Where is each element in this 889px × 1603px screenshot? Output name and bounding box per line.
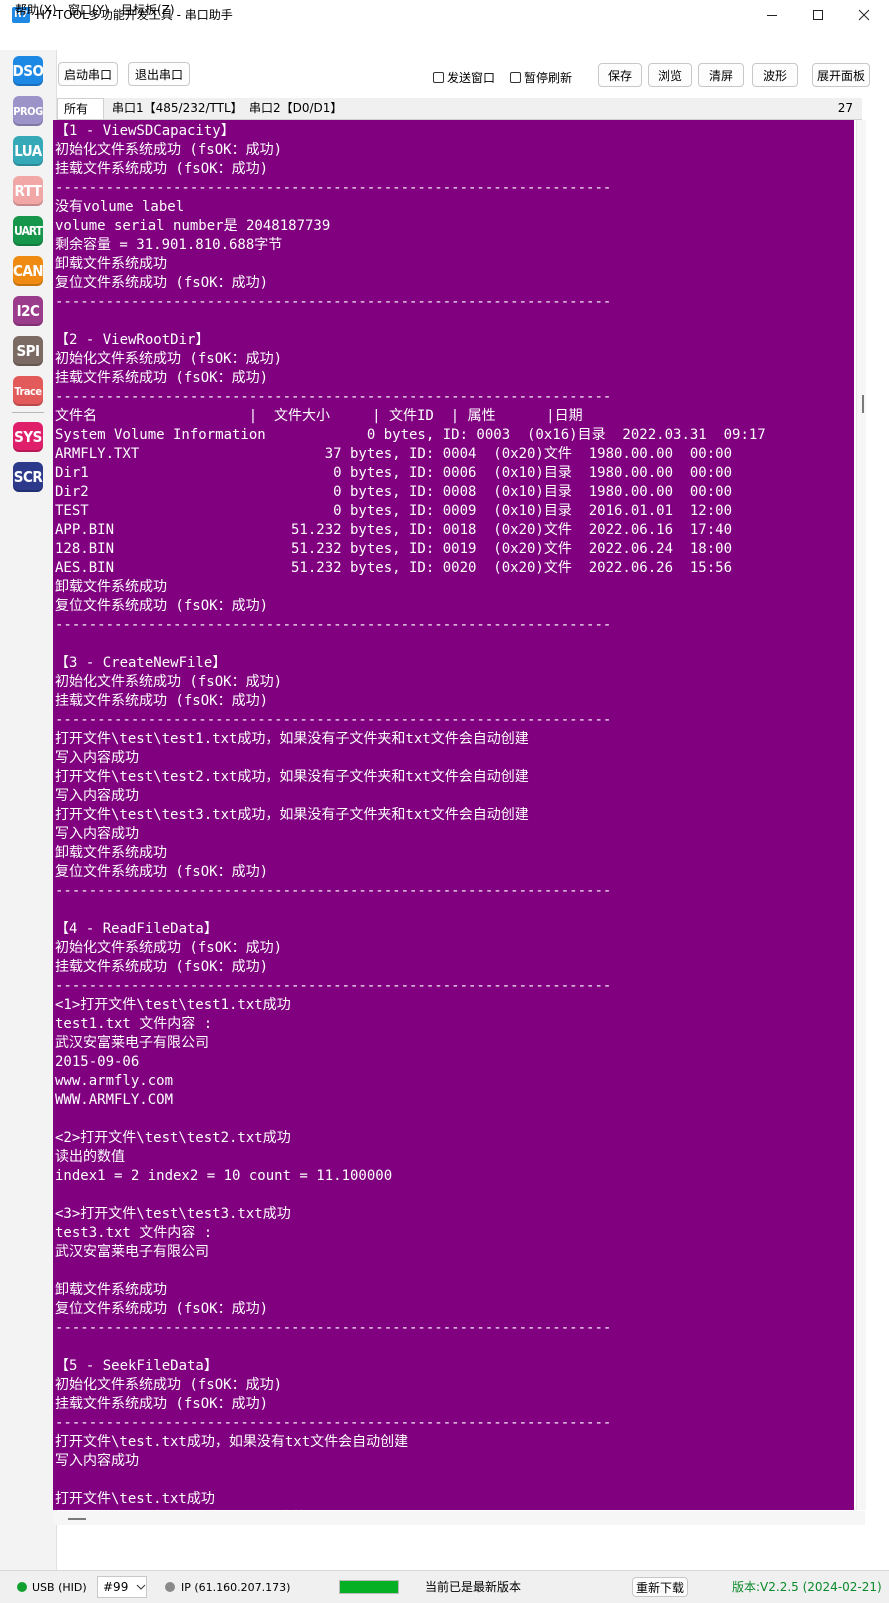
sidebar-uart-button[interactable]: UART: [13, 216, 43, 246]
maximize-icon: [813, 10, 823, 20]
clear-button[interactable]: 清屏: [698, 63, 744, 87]
menu-window[interactable]: 窗口(Y): [68, 3, 109, 17]
update-progress-fill: [340, 1581, 398, 1593]
sidebar-rtt-button[interactable]: RTT: [13, 176, 43, 206]
ip-status-label: IP (61.160.207.173): [181, 1581, 291, 1594]
sidebar-trace-button[interactable]: Trace: [13, 376, 43, 406]
tab-all[interactable]: 所有: [57, 98, 104, 119]
tab-port1[interactable]: 串口1【485/232/TTL】: [106, 98, 249, 119]
start-port-button[interactable]: 启动串口: [58, 62, 118, 86]
waveform-button[interactable]: 波形: [752, 63, 798, 87]
sidebar-scr-button[interactable]: SCR: [13, 462, 43, 492]
ip-status-dot: [165, 1582, 175, 1592]
sidebar-i2c-button[interactable]: I2C: [13, 296, 43, 326]
expand-panel-button[interactable]: 展开面板: [812, 63, 870, 87]
exit-port-button[interactable]: 退出串口: [128, 62, 190, 86]
tab-count: 27: [837, 101, 853, 115]
pause-refresh-label: 暂停刷新: [524, 70, 573, 85]
send-window-box[interactable]: [433, 71, 444, 83]
sidebar-spi-button[interactable]: SPI: [13, 336, 43, 366]
console-output[interactable]: 【1 - ViewSDCapacity】 初始化文件系统成功 (fsOK：成功)…: [53, 120, 854, 1510]
sidebar-sys-button[interactable]: SYS: [13, 422, 43, 452]
vertical-scroll-thumb[interactable]: [862, 395, 864, 413]
sidebar-can-button[interactable]: CAN: [13, 256, 43, 286]
pause-refresh-checkbox[interactable]: 暂停刷新: [510, 69, 572, 85]
maximize-button[interactable]: [795, 0, 841, 30]
save-button[interactable]: 保存: [598, 63, 642, 87]
menu-help[interactable]: 帮助(X): [15, 3, 57, 17]
chevron-down-icon: [136, 1584, 146, 1590]
minimize-icon: [767, 15, 777, 16]
close-button[interactable]: [841, 0, 887, 30]
port-select[interactable]: #99: [97, 1576, 147, 1598]
minimize-button[interactable]: [749, 0, 795, 30]
menu-bar: [0, 30, 889, 50]
usb-status-dot: [17, 1582, 27, 1592]
usb-status-label: USB (HID): [32, 1581, 87, 1594]
send-window-checkbox[interactable]: 发送窗口: [433, 69, 495, 85]
version-status-message: 当前已是最新版本: [425, 1580, 522, 1594]
browse-button[interactable]: 浏览: [648, 63, 692, 87]
send-window-label: 发送窗口: [447, 70, 496, 85]
sidebar-dso-button[interactable]: DSO: [13, 56, 43, 86]
port-select-value: #99: [103, 1580, 129, 1594]
menu-target-board[interactable]: 目标板(Z): [121, 3, 175, 17]
console-text: 【1 - ViewSDCapacity】 初始化文件系统成功 (fsOK：成功)…: [55, 123, 766, 1507]
horizontal-scrollbar[interactable]: [53, 1511, 865, 1525]
sidebar-divider: [12, 412, 44, 413]
pause-refresh-box[interactable]: [510, 71, 521, 83]
horizontal-scroll-thumb[interactable]: [68, 1518, 86, 1520]
redownload-button[interactable]: 重新下载: [632, 1577, 688, 1597]
version-label: 版本:V2.2.5 (2024-02-21): [732, 1580, 882, 1594]
tab-port2[interactable]: 串口2【D0/D1】: [243, 98, 348, 119]
sidebar-lua-button[interactable]: LUA: [13, 136, 43, 166]
close-icon: [858, 9, 870, 21]
vertical-scrollbar[interactable]: [856, 120, 866, 1510]
sidebar-prog-button[interactable]: PROG: [13, 96, 43, 126]
